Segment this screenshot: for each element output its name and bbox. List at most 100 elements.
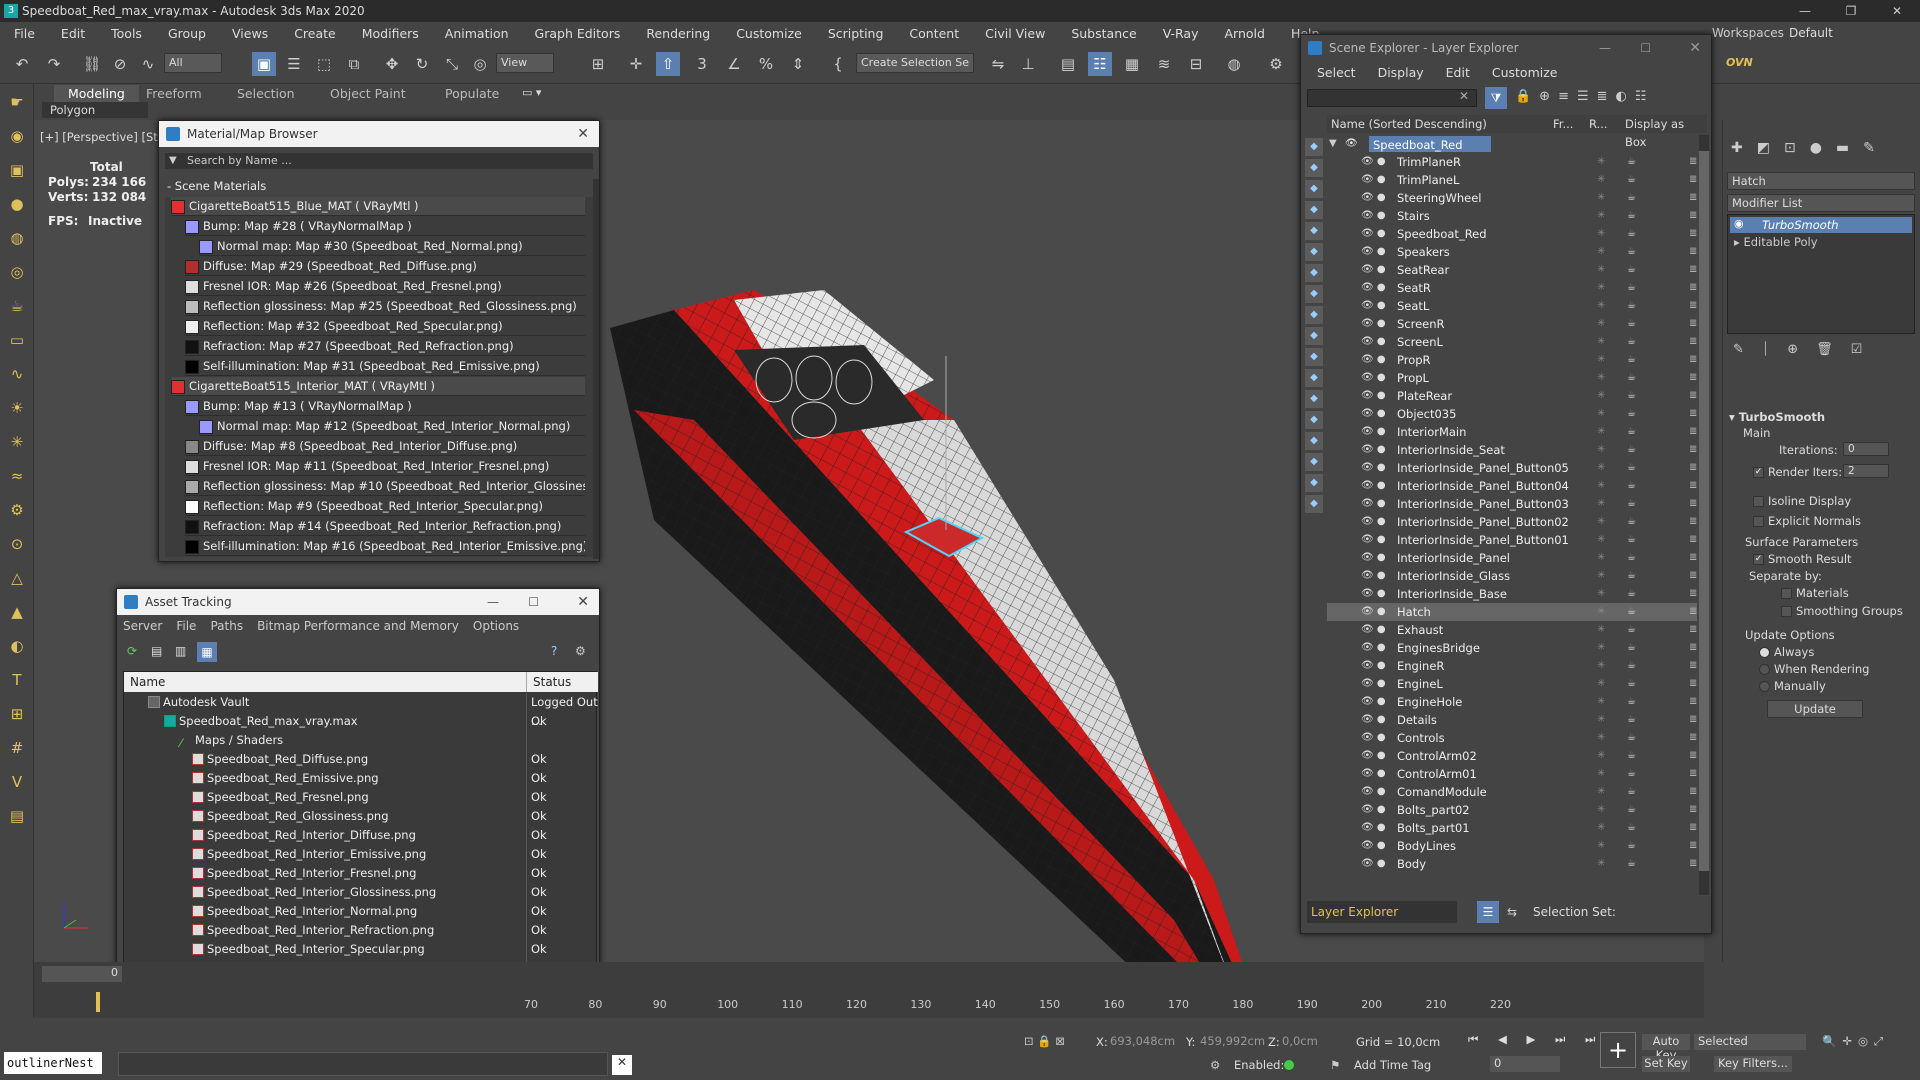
- rotate-icon[interactable]: ↻: [410, 52, 434, 76]
- display-invert-icon[interactable]: ◆: [1305, 432, 1323, 450]
- menu-edit[interactable]: Edit: [61, 26, 85, 41]
- angle-snap-icon[interactable]: ∠: [722, 52, 746, 76]
- auto-key-button[interactable]: Auto Key: [1642, 1034, 1690, 1062]
- set-key-button[interactable]: Set Key: [1642, 1056, 1690, 1072]
- asset-row[interactable]: Speedboat_Red_Glossiness.png Ok: [124, 807, 598, 826]
- menu-file[interactable]: File: [14, 26, 35, 41]
- select-object-icon[interactable]: ▣: [252, 52, 276, 76]
- box-display-icon[interactable]: ≣: [1689, 423, 1697, 441]
- box-display-icon[interactable]: ≣: [1689, 153, 1697, 171]
- menu-substance[interactable]: Substance: [1071, 26, 1136, 41]
- eye-icon[interactable]: 👁 ●: [1361, 639, 1386, 657]
- render-icon[interactable]: ☕: [1627, 495, 1636, 513]
- freeze-icon[interactable]: ✳: [1597, 549, 1605, 567]
- render-icon[interactable]: ☕: [1627, 801, 1636, 819]
- object-row[interactable]: 👁 ● ControlArm02 ✳ ☕ ≣: [1327, 747, 1697, 765]
- render-icon[interactable]: ☕: [1627, 567, 1636, 585]
- box-display-icon[interactable]: ≣: [1689, 567, 1697, 585]
- playback-controls[interactable]: ⏮ ◀ ▶ ⏭ ⏭: [1468, 1032, 1603, 1047]
- render-icon[interactable]: ☕: [1627, 423, 1636, 441]
- render-icon[interactable]: ☕: [1627, 855, 1636, 873]
- eye-icon[interactable]: 👁 ●: [1361, 297, 1386, 315]
- freeze-icon[interactable]: ✳: [1597, 513, 1605, 531]
- folder-view-icon[interactable]: ▥: [175, 644, 186, 658]
- restore-icon[interactable]: ❐: [1828, 0, 1874, 22]
- box-display-icon[interactable]: ≣: [1689, 693, 1697, 711]
- workspaces-dropdown[interactable]: Default: [1785, 24, 1915, 42]
- freeze-icon[interactable]: ✳: [1597, 297, 1605, 315]
- render-icon[interactable]: ☕: [1627, 171, 1636, 189]
- object-row[interactable]: 👁 ● PlateRear ✳ ☕ ≣: [1327, 387, 1697, 405]
- layers-icon[interactable]: ☰: [1477, 901, 1499, 923]
- object-row[interactable]: 👁 ● InteriorInside_Base ✳ ☕ ≣: [1327, 585, 1697, 603]
- freeze-icon[interactable]: ✳: [1597, 765, 1605, 783]
- freeze-icon[interactable]: ✳: [1597, 351, 1605, 369]
- map-row[interactable]: Normal map: Map #12 (Speedboat_Red_Inter…: [199, 417, 585, 436]
- cylinder-icon[interactable]: ◍: [5, 226, 29, 250]
- select-manipulate-icon[interactable]: ✛: [624, 52, 648, 76]
- freeze-icon[interactable]: ✳: [1597, 675, 1605, 693]
- maximize-icon[interactable]: ☐: [528, 589, 539, 615]
- menu-arnold[interactable]: Arnold: [1225, 26, 1265, 41]
- clear-search-icon[interactable]: ✕: [1459, 89, 1469, 103]
- object-row[interactable]: 👁 ● Object035 ✳ ☕ ≣: [1327, 405, 1697, 423]
- map-row[interactable]: Diffuse: Map #8 (Speedboat_Red_Interior_…: [185, 437, 585, 456]
- maximize-icon[interactable]: ☐: [1640, 35, 1651, 61]
- map-row[interactable]: Reflection: Map #32 (Speedboat_Red_Specu…: [185, 317, 585, 336]
- eye-icon[interactable]: 👁 ●: [1361, 387, 1386, 405]
- eye-icon[interactable]: 👁 ●: [1361, 729, 1386, 747]
- render-setup-icon[interactable]: ⚙: [1264, 52, 1288, 76]
- render-icon[interactable]: ☕: [1627, 657, 1636, 675]
- scene-explorer-titlebar[interactable]: Scene Explorer - Layer Explorer — ☐ ✕: [1301, 35, 1711, 61]
- asset-menu-server[interactable]: Server: [123, 619, 162, 633]
- box-display-icon[interactable]: ≣: [1689, 711, 1697, 729]
- selection-filter-dropdown[interactable]: All: [164, 53, 222, 73]
- material-row[interactable]: CigaretteBoat515_Blue_MAT ( VRayMtl ): [171, 197, 585, 216]
- ribbon-tab-freeform[interactable]: Freeform: [146, 86, 202, 101]
- map-row[interactable]: Self-illumination: Map #16 (Speedboat_Re…: [185, 537, 585, 556]
- box-display-icon[interactable]: ≣: [1689, 531, 1697, 549]
- freeze-icon[interactable]: ✳: [1597, 459, 1605, 477]
- eye-icon[interactable]: 👁 ●: [1361, 351, 1386, 369]
- render-icon[interactable]: ☕: [1627, 765, 1636, 783]
- eye-icon[interactable]: 👁: [1345, 135, 1358, 153]
- asset-tracking-titlebar[interactable]: Asset Tracking — ☐ ✕: [117, 589, 599, 615]
- scene-search-input[interactable]: [1307, 89, 1477, 107]
- eye-icon[interactable]: 👁 ●: [1361, 855, 1386, 873]
- pivot-center-icon[interactable]: ⊞: [586, 52, 610, 76]
- mirror-icon[interactable]: ⇋: [986, 52, 1010, 76]
- render-icon[interactable]: ☕: [1627, 639, 1636, 657]
- cone-icon[interactable]: ▲: [5, 600, 29, 624]
- asset-row[interactable]: Speedboat_Red_Fresnel.png Ok: [124, 788, 598, 807]
- object-row[interactable]: 👁 ● BodyLines ✳ ☕ ≣: [1327, 837, 1697, 855]
- plane-icon[interactable]: ▭: [5, 328, 29, 352]
- asset-row[interactable]: Speedboat_Red_Interior_Refraction.png Ok: [124, 921, 598, 940]
- asset-menu-options[interactable]: Options: [473, 619, 519, 633]
- object-row[interactable]: 👁 ● PropR ✳ ☕ ≣: [1327, 351, 1697, 369]
- hand-icon[interactable]: ☛: [5, 90, 29, 114]
- asset-menu-file[interactable]: File: [176, 619, 196, 633]
- expand-icon[interactable]: ▼: [1329, 135, 1337, 153]
- ribbon-tab-populate[interactable]: Populate: [445, 86, 499, 101]
- schematic-view-icon[interactable]: ⊟: [1184, 52, 1208, 76]
- render-iters-spinner[interactable]: 2: [1843, 464, 1889, 478]
- freeze-icon[interactable]: ✳: [1597, 585, 1605, 603]
- asset-row[interactable]: Speedboat_Red_Interior_Fresnel.png Ok: [124, 864, 598, 883]
- render-icon[interactable]: ☕: [1627, 549, 1636, 567]
- scene-menu-select[interactable]: Select: [1317, 65, 1356, 80]
- freeze-icon[interactable]: ✳: [1597, 783, 1605, 801]
- asset-row[interactable]: Autodesk Vault Logged Out ...: [124, 693, 598, 728]
- light-icon[interactable]: ☀: [5, 396, 29, 420]
- eye-icon[interactable]: 👁 ●: [1361, 837, 1386, 855]
- box-display-icon[interactable]: ≣: [1689, 657, 1697, 675]
- percent-snap-icon[interactable]: %: [754, 52, 778, 76]
- stack-item-editable-poly[interactable]: ▸ Editable Poly: [1734, 235, 1818, 249]
- placement-icon[interactable]: ◎: [468, 52, 492, 76]
- pyramid-icon[interactable]: △: [5, 566, 29, 590]
- display-spacewarps-icon[interactable]: ◆: [1305, 264, 1323, 282]
- render-iters-checkbox[interactable]: ✓ Render Iters:: [1753, 465, 1842, 479]
- map-row[interactable]: Refraction: Map #27 (Speedboat_Red_Refra…: [185, 337, 585, 356]
- box-display-icon[interactable]: ≣: [1689, 459, 1697, 477]
- render-icon[interactable]: ☕: [1627, 837, 1636, 855]
- vray-icon[interactable]: V: [5, 770, 29, 794]
